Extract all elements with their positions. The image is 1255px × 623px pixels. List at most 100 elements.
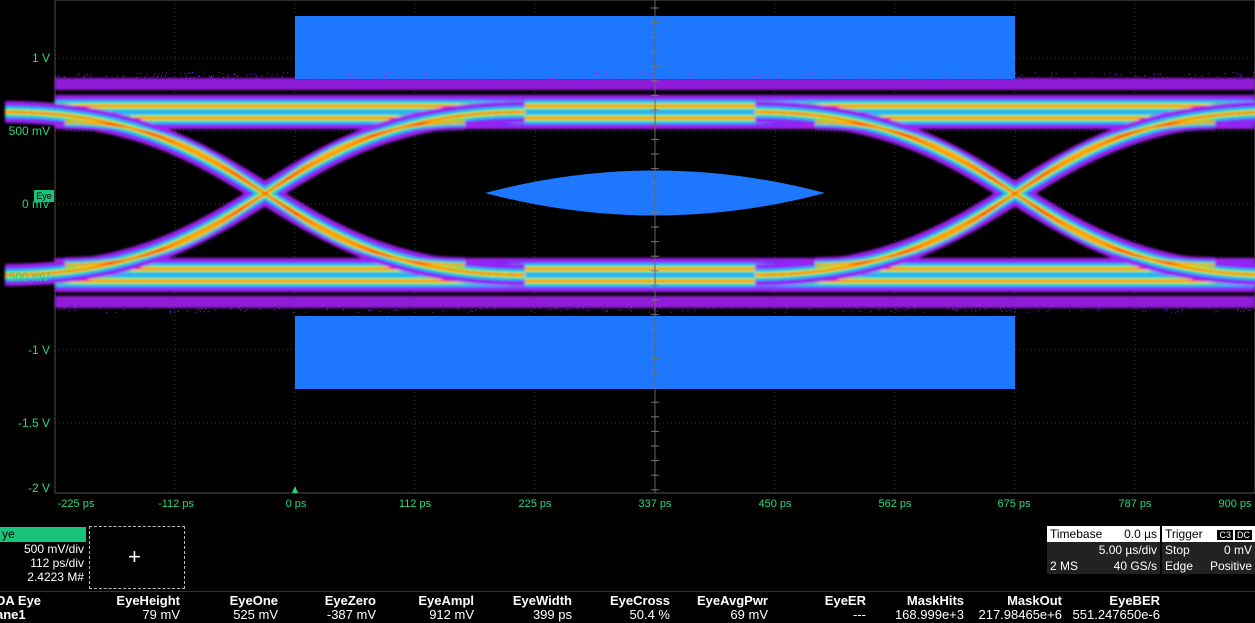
noise-dot	[942, 75, 944, 77]
noise-dot	[778, 78, 780, 80]
noise-dot	[1153, 77, 1155, 79]
trigger-channel-badge: C3	[1217, 530, 1233, 540]
noise-dot	[731, 309, 733, 311]
noise-dot	[1097, 309, 1099, 311]
noise-dot	[504, 79, 506, 81]
noise-dot	[246, 309, 248, 310]
noise-dot	[1091, 72, 1093, 74]
noise-dot	[90, 76, 92, 78]
measurement-value: -387 mV	[326, 607, 376, 622]
channel-descriptor-tag[interactable]: ye	[0, 527, 86, 542]
noise-dot	[389, 72, 391, 73]
noise-dot	[890, 311, 892, 312]
noise-dot	[98, 304, 100, 306]
noise-dot	[74, 307, 75, 309]
measurement-column[interactable]: MaskOut 217.98465e+6	[967, 594, 1062, 622]
eye-diagram[interactable]	[0, 0, 1255, 495]
plus-icon: +	[128, 544, 141, 569]
noise-dot	[963, 75, 965, 77]
measurement-column[interactable]: EyeWidth 399 ps	[477, 594, 572, 622]
noise-dot	[180, 79, 182, 81]
measurement-name: EyeWidth	[512, 593, 572, 608]
y-label-1v: 1 V	[31, 51, 50, 65]
noise-dot	[636, 75, 638, 77]
scope-display[interactable]: 1 V 500 mV 0 mV -500 mV -1 V -1.5 V -2 V…	[0, 0, 1255, 595]
noise-dot	[60, 306, 62, 308]
noise-dot	[870, 311, 872, 313]
noise-dot	[117, 305, 119, 306]
measurement-column[interactable]: EyeAmpl 912 mV	[379, 594, 474, 622]
measurement-column[interactable]: EyeBER 551.247650e-6	[1065, 594, 1160, 622]
measurement-column[interactable]: EyeHeight 79 mV	[85, 594, 180, 622]
noise-dot	[199, 79, 201, 81]
noise-dot	[1236, 310, 1238, 312]
noise-dot	[385, 76, 387, 77]
noise-dot	[203, 78, 205, 80]
noise-dot	[59, 79, 61, 81]
noise-dot	[630, 76, 632, 78]
measurement-column[interactable]: MaskHits 168.999e+3	[869, 594, 964, 622]
noise-dot	[63, 308, 65, 310]
noise-dot	[388, 311, 390, 313]
noise-dot	[581, 75, 583, 77]
noise-dot	[605, 311, 607, 313]
trigger-level: 0 mV	[1223, 543, 1252, 557]
measurement-table[interactable]: DA Eye ane1 EyeHeight79 mVEyeOne525 mVEy…	[0, 591, 1255, 623]
noise-dot	[74, 309, 76, 311]
noise-dot	[633, 73, 635, 75]
measurement-column[interactable]: EyeER ---	[771, 594, 866, 622]
noise-dot	[1214, 311, 1216, 313]
channel-descriptor-box[interactable]: 500 mV/div 112 ps/div 2.4223 M#	[0, 542, 86, 590]
noise-dot	[993, 79, 995, 81]
timebase-delay: 0.0 µs	[1124, 527, 1157, 541]
noise-dot	[1229, 77, 1231, 79]
trigger-descriptor[interactable]: Trigger C3 DC Stop 0 mV Edge Positive	[1162, 526, 1255, 576]
noise-dot	[378, 73, 379, 75]
eye-trace-marker[interactable]: Eye	[34, 190, 54, 202]
noise-dot	[792, 304, 794, 306]
measurement-column[interactable]: EyeCross 50.4 %	[575, 594, 670, 622]
add-zoom-button[interactable]: +	[89, 526, 185, 589]
noise-dot	[957, 309, 959, 311]
noise-dot	[55, 77, 57, 79]
measurement-value: 399 ps	[532, 607, 572, 622]
noise-dot	[530, 304, 532, 306]
noise-dot	[1098, 308, 1100, 310]
noise-dot	[707, 308, 709, 310]
timebase-descriptor[interactable]: Timebase 0.0 µs 5.00 µs/div 2 MS 40 GS/s	[1047, 526, 1160, 576]
y-label-neg2v: -2 V	[27, 481, 50, 495]
x-label: 787 ps	[1118, 498, 1152, 510]
noise-dot	[908, 72, 910, 74]
measurement-column[interactable]: EyeAvgPwr 69 mV	[673, 594, 768, 622]
measurement-column[interactable]: EyeOne 525 mV	[183, 594, 278, 622]
noise-dot	[625, 306, 627, 308]
noise-dot	[274, 309, 276, 311]
noise-dot	[197, 308, 199, 310]
noise-dot	[1248, 310, 1250, 311]
noise-dot	[1049, 77, 1051, 79]
noise-dot	[1240, 74, 1242, 75]
noise-dot	[760, 306, 762, 308]
noise-dot	[1051, 305, 1053, 307]
noise-dot	[533, 306, 534, 307]
measurement-value: 525 mV	[233, 607, 278, 622]
noise-dot	[471, 310, 473, 312]
noise-dot	[649, 78, 651, 80]
noise-dot	[419, 76, 421, 78]
noise-dot	[278, 308, 280, 310]
noise-dot	[1038, 310, 1040, 312]
noise-dot	[1162, 76, 1164, 78]
noise-dot	[1190, 307, 1192, 309]
measurement-column[interactable]: EyeZero -387 mV	[281, 594, 376, 622]
noise-dot	[711, 73, 713, 75]
noise-dot	[1245, 308, 1247, 310]
noise-dot	[1002, 79, 1004, 80]
noise-dot	[399, 306, 401, 308]
noise-dot	[402, 308, 404, 310]
noise-dot	[357, 311, 359, 313]
noise-dot	[1240, 76, 1242, 78]
noise-dot	[188, 72, 190, 74]
noise-dot	[863, 79, 865, 81]
noise-dot	[110, 79, 112, 81]
noise-dot	[749, 307, 751, 309]
